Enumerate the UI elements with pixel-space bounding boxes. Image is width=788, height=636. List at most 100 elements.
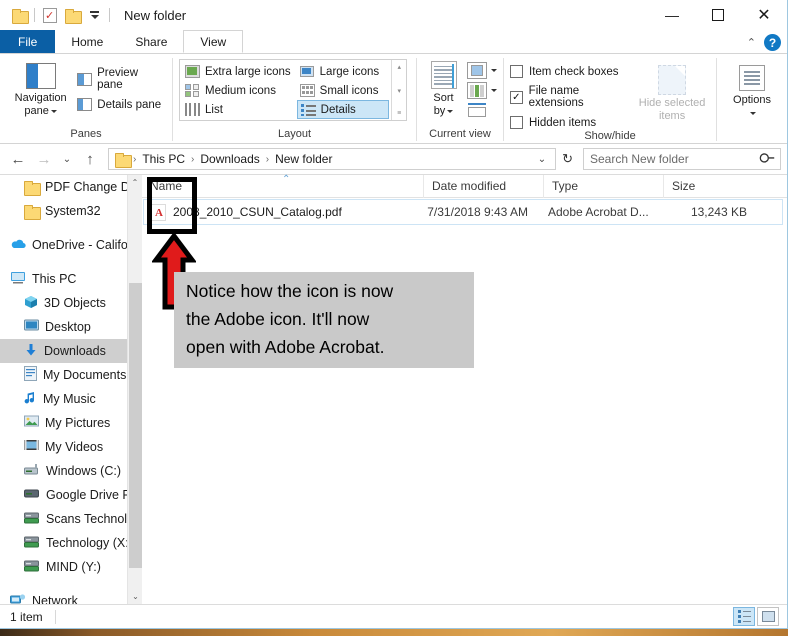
sidebar-item-my-videos[interactable]: My Videos xyxy=(0,435,142,459)
breadcrumb[interactable]: › This PC › Downloads › New folder ⌄ xyxy=(108,148,557,170)
desktop-wallpaper-strip xyxy=(0,629,788,636)
panes-group-label: Panes xyxy=(70,128,102,140)
navigation-pane-label-l1: Navigation xyxy=(14,92,67,104)
layout-extra-large-icons[interactable]: Extra large icons xyxy=(182,62,297,81)
sidebar-item-desktop[interactable]: Desktop xyxy=(0,315,142,339)
sidebar-item-mind-y[interactable]: MIND (Y:) xyxy=(0,555,142,579)
sidebar-item-my-pictures[interactable]: My Pictures xyxy=(0,411,142,435)
forward-button[interactable]: → xyxy=(32,147,56,171)
column-header-date-modified[interactable]: Date modified xyxy=(423,174,543,198)
thumbnail-view-toggle[interactable] xyxy=(757,607,779,626)
sidebar-item-network[interactable]: Network xyxy=(0,589,142,604)
gallery-expand-icon[interactable]: ≡ xyxy=(397,110,401,117)
recent-locations-button[interactable]: ⌄ xyxy=(58,147,76,171)
gallery-scroll-down-icon[interactable]: ▾ xyxy=(397,87,401,95)
scroll-down-icon[interactable]: ⌄ xyxy=(128,589,142,604)
hidden-items-label: Hidden items xyxy=(529,116,597,129)
pdf-icon xyxy=(151,203,166,221)
folder-icon[interactable] xyxy=(8,4,30,26)
status-divider xyxy=(54,609,56,624)
scrollbar-thumb[interactable] xyxy=(129,283,142,568)
maximize-button[interactable] xyxy=(695,0,741,30)
layout-small-icons[interactable]: Small icons xyxy=(297,81,390,100)
file-name-label: 2008_2010_CSUN_Catalog.pdf xyxy=(173,205,342,219)
details-view-icon xyxy=(300,103,316,116)
sidebar-item-windows-c[interactable]: Windows (C:) xyxy=(0,459,142,483)
sort-indicator-icon: ⌃ xyxy=(282,174,291,185)
column-header-size[interactable]: Size xyxy=(663,174,758,198)
layout-details[interactable]: Details xyxy=(296,100,390,119)
sidebar-item-this-pc[interactable]: This PC xyxy=(0,267,142,291)
music-icon xyxy=(24,391,37,408)
sidebar-item-system32[interactable]: System32 xyxy=(0,199,142,223)
tab-share[interactable]: Share xyxy=(119,30,184,53)
size-all-columns-button[interactable] xyxy=(467,102,497,119)
preview-pane-button[interactable]: Preview pane xyxy=(77,67,166,91)
sidebar-item-google-drive[interactable]: Google Drive File xyxy=(0,483,142,507)
options-button[interactable]: Options xyxy=(723,59,781,120)
item-check-boxes-checkbox[interactable] xyxy=(510,65,523,78)
back-button[interactable]: ← xyxy=(6,147,30,171)
annotation-line-3: open with Adobe Acrobat. xyxy=(186,337,385,357)
layout-large-icons[interactable]: Large icons xyxy=(297,62,390,81)
chevron-down-icon xyxy=(50,109,57,113)
table-row[interactable]: 2008_2010_CSUN_Catalog.pdf 7/31/2018 9:4… xyxy=(143,199,783,225)
tab-view[interactable]: View xyxy=(183,30,244,53)
chevron-down-icon[interactable] xyxy=(491,69,497,72)
hidden-items-checkbox[interactable] xyxy=(510,116,523,129)
new-folder-icon[interactable] xyxy=(61,4,83,26)
item-check-boxes-row[interactable]: Item check boxes xyxy=(510,65,634,78)
details-pane-icon xyxy=(77,98,93,111)
file-name-cell[interactable]: 2008_2010_CSUN_Catalog.pdf xyxy=(144,203,420,221)
layout-medium-icons[interactable]: Medium icons xyxy=(182,81,297,100)
chevron-down-icon[interactable] xyxy=(491,89,497,92)
search-input[interactable]: Search New folder xyxy=(583,148,781,170)
sidebar-item-my-music[interactable]: My Music xyxy=(0,387,142,411)
hidden-items-row[interactable]: Hidden items xyxy=(510,116,634,129)
breadcrumb-new-folder[interactable]: New folder xyxy=(272,152,335,166)
sort-by-icon xyxy=(430,61,457,89)
item-check-boxes-label: Item check boxes xyxy=(529,65,619,78)
customize-caret-icon[interactable] xyxy=(83,4,105,26)
sort-by-button[interactable]: Sort by xyxy=(423,59,464,118)
sidebar-item-label: My Pictures xyxy=(45,416,111,430)
tab-file[interactable]: File xyxy=(0,30,56,53)
documents-icon xyxy=(24,366,37,384)
layout-list[interactable]: List xyxy=(182,100,297,119)
current-view-buttons xyxy=(467,59,497,119)
help-icon[interactable]: ? xyxy=(764,34,781,51)
file-name-extensions-row[interactable]: ✓ File name extensions xyxy=(510,85,634,109)
annotation-callout: Notice how the icon is now the Adobe ico… xyxy=(174,272,474,368)
gallery-scroll-up-icon[interactable]: ▴ xyxy=(397,63,401,71)
sidebar-item-my-documents[interactable]: My Documents xyxy=(0,363,142,387)
breadcrumb-downloads[interactable]: Downloads xyxy=(197,152,262,166)
layout-item-label: Large icons xyxy=(319,65,380,78)
file-name-extensions-checkbox[interactable]: ✓ xyxy=(510,90,523,104)
column-header-type[interactable]: Type xyxy=(543,174,663,198)
sidebar-item-scans-technology[interactable]: Scans Technolog xyxy=(0,507,142,531)
sidebar-item-label: Technology (X:) xyxy=(46,536,133,550)
details-pane-button[interactable]: Details pane xyxy=(77,98,166,111)
sidebar-item-technology-x[interactable]: Technology (X:) xyxy=(0,531,142,555)
network-drive-icon xyxy=(24,512,40,527)
minimize-button[interactable]: — xyxy=(649,0,695,30)
group-by-button[interactable] xyxy=(467,62,497,79)
sidebar-item-pdf-change-def[interactable]: PDF Change Def xyxy=(0,175,142,199)
tab-home[interactable]: Home xyxy=(55,30,120,53)
sidebar-item-onedrive[interactable]: OneDrive - Califor xyxy=(0,233,142,257)
add-columns-button[interactable] xyxy=(467,82,497,99)
breadcrumb-this-pc[interactable]: This PC xyxy=(139,152,188,166)
address-dropdown-icon[interactable]: ⌄ xyxy=(533,154,551,165)
options-icon xyxy=(739,65,765,91)
scroll-up-icon[interactable]: ⌃ xyxy=(128,175,142,190)
sidebar-item-3d-objects[interactable]: 3D Objects xyxy=(0,291,142,315)
details-view-toggle[interactable] xyxy=(733,607,755,626)
navigation-pane-button[interactable]: Navigation pane xyxy=(6,59,75,118)
properties-icon[interactable] xyxy=(39,4,61,26)
refresh-icon[interactable]: ↻ xyxy=(558,151,577,167)
close-button[interactable]: ✕ xyxy=(741,0,787,30)
up-button[interactable]: ↑ xyxy=(78,147,102,171)
sidebar-item-downloads[interactable]: Downloads xyxy=(0,339,142,363)
navpane-scrollbar[interactable]: ⌃ ⌄ xyxy=(127,175,142,604)
collapse-ribbon-icon[interactable]: ⌃ xyxy=(747,36,756,49)
